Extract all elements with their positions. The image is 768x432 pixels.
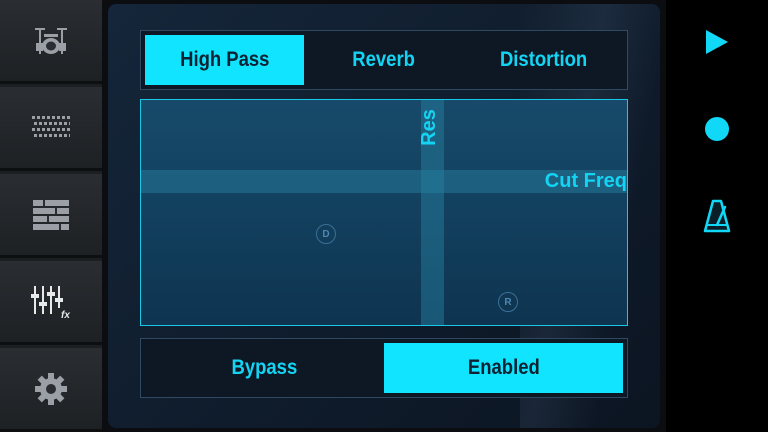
- pad-dot: [62, 127, 65, 131]
- pad-dot: [42, 115, 45, 119]
- pad-dot: [44, 121, 47, 125]
- pad-dot: [69, 133, 70, 137]
- enabled-button[interactable]: Enabled: [384, 343, 623, 393]
- tab-reverb[interactable]: Reverb: [304, 35, 463, 85]
- pad-dot: [57, 127, 60, 131]
- xy-pad[interactable]: Res Cut Freq D R: [140, 99, 628, 326]
- tab-distortion[interactable]: Distortion: [464, 35, 623, 85]
- drum-kit-icon: [35, 27, 67, 54]
- record-button[interactable]: [666, 89, 768, 169]
- pad-dot: [64, 133, 67, 137]
- effect-tabs: High Pass Reverb Distortion: [140, 30, 628, 90]
- metronome-button[interactable]: [666, 176, 768, 256]
- pad-dot: [32, 115, 35, 119]
- pad-dot: [62, 115, 65, 119]
- svg-text:fx: fx: [61, 310, 70, 320]
- pad-dot: [54, 121, 57, 125]
- record-icon: [705, 117, 729, 141]
- pad-dot: [67, 115, 70, 119]
- play-button[interactable]: [666, 2, 768, 82]
- sequencer-icon: [33, 199, 69, 230]
- cut-freq-axis-label: Cut Freq: [544, 170, 627, 192]
- sidebar: fx: [0, 0, 102, 432]
- pad-dot: [67, 127, 70, 131]
- pad-dot: [54, 133, 57, 137]
- pad-dot: [34, 133, 37, 137]
- sidebar-item-pad-grid[interactable]: [0, 87, 102, 171]
- pad-dot: [52, 115, 55, 119]
- mixer-fx-icon: fx: [31, 285, 70, 320]
- res-axis-label-wrap: Res: [417, 104, 444, 146]
- sidebar-item-sequencer[interactable]: [0, 174, 102, 258]
- pad-dot: [57, 115, 60, 119]
- sidebar-item-settings[interactable]: [0, 348, 102, 432]
- pad-dot: [59, 121, 62, 125]
- bypass-button[interactable]: Bypass: [145, 343, 384, 393]
- pad-dot: [49, 121, 52, 125]
- pad-dot: [37, 115, 40, 119]
- pad-dot: [52, 127, 55, 131]
- distortion-marker[interactable]: D: [316, 224, 336, 244]
- play-icon: [706, 30, 728, 54]
- pad-dot: [59, 133, 62, 137]
- pad-dot: [47, 115, 50, 119]
- tab-high-pass[interactable]: High Pass: [145, 35, 305, 85]
- pad-dot: [32, 127, 35, 131]
- metronome-icon: [703, 199, 731, 233]
- pad-dot: [69, 121, 70, 125]
- pad-dot: [39, 121, 42, 125]
- pad-dot: [34, 121, 37, 125]
- pad-dot: [49, 133, 52, 137]
- reverb-marker[interactable]: R: [498, 292, 518, 312]
- gear-icon: [35, 372, 67, 405]
- bypass-toggle: Bypass Enabled: [140, 338, 628, 398]
- pad-dot: [47, 127, 50, 131]
- pad-dot: [64, 121, 67, 125]
- effects-panel: High Pass Reverb Distortion Res Cut Freq…: [108, 4, 660, 428]
- sidebar-item-mixer-fx[interactable]: fx: [0, 261, 102, 345]
- sidebar-item-drum-kit[interactable]: [0, 0, 102, 84]
- res-axis-label: Res: [417, 109, 440, 146]
- pad-dot: [42, 127, 45, 131]
- pad-dot: [44, 133, 47, 137]
- pad-grid-icon: [32, 115, 70, 137]
- pad-dot: [39, 133, 42, 137]
- pad-dot: [37, 127, 40, 131]
- transport-bar: [666, 0, 768, 432]
